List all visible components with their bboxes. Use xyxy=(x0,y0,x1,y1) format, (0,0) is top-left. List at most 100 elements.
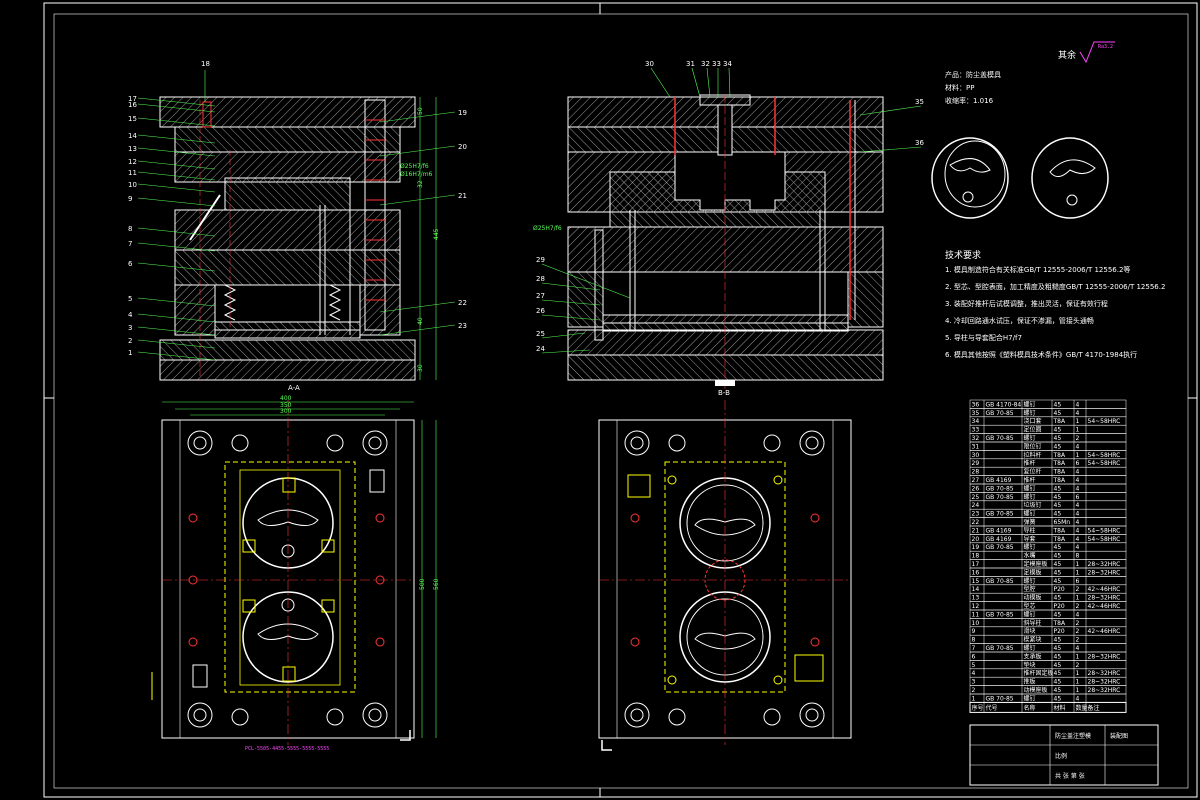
bom-cell: 65Mn xyxy=(1054,519,1071,526)
bom-cell: 推杆固定板 xyxy=(1024,669,1054,677)
bom-cell: 29 xyxy=(972,460,980,467)
bom-cell: 垫块 xyxy=(1024,661,1036,669)
requirement-line: 3. 装配好推杆后试模调整，推出灵活，保证有效行程 xyxy=(945,299,1108,308)
bom-cell: 33 xyxy=(972,427,980,434)
bom-cell: 28~32HRC xyxy=(1088,687,1121,694)
bom-cell: 18 xyxy=(972,553,980,560)
bom-cell: GB 70-85 xyxy=(986,611,1014,618)
bom-cell: 2 xyxy=(1076,586,1080,593)
bom-cell: 4 xyxy=(1076,401,1080,408)
bom-cell: 45 xyxy=(1054,544,1062,551)
tech-req-title: 技术要求 xyxy=(945,249,981,261)
bom-cell: 螺钉 xyxy=(1024,400,1036,408)
bom-cell: 45 xyxy=(1054,578,1062,585)
leader-label: 27 xyxy=(536,292,545,300)
dim-32: 32 xyxy=(417,180,424,188)
bom-cell: 54~58HRC xyxy=(1088,418,1121,425)
bom-cell: 45 xyxy=(1054,645,1062,652)
leader-label: 22 xyxy=(458,299,467,307)
bom-cell: 螺钉 xyxy=(1024,694,1036,702)
bom-cell: 45 xyxy=(1054,410,1062,417)
bom-cell: 4 xyxy=(1076,536,1080,543)
bom-cell: 45 xyxy=(1054,443,1062,450)
bom-cell: 28~32HRC xyxy=(1088,569,1121,576)
bom-cell: GB 70-85 xyxy=(986,410,1014,417)
bom-cell: 4 xyxy=(1076,519,1080,526)
product-material: 材料：PP xyxy=(945,83,974,92)
bom-cell: 螺钉 xyxy=(1024,493,1036,501)
leader-label: 3 xyxy=(128,324,132,332)
bom-cell: 弹簧 xyxy=(1024,518,1036,526)
bom-cell: 螺钉 xyxy=(1024,484,1036,492)
bom-header-cell: 备注 xyxy=(1088,704,1100,712)
bom-cell: 螺钉 xyxy=(1024,610,1036,618)
bom-cell: 27 xyxy=(972,477,980,484)
bom-cell: 5 xyxy=(972,662,976,669)
bom-row xyxy=(969,660,1127,670)
bom-cell: 15 xyxy=(972,578,980,585)
bom-cell: 1 xyxy=(1076,452,1080,459)
bom-cell: 定模座板 xyxy=(1024,560,1048,568)
bom-cell: 31 xyxy=(972,443,980,450)
bom-cell: 浇口套 xyxy=(1024,417,1042,425)
bom-row xyxy=(969,618,1127,628)
bom-cell: 1 xyxy=(1076,679,1080,686)
bom-header-cell: 名称 xyxy=(1024,704,1036,712)
leader-label: 30 xyxy=(645,60,654,68)
bom-cell: 16 xyxy=(972,569,980,576)
roughness-value: Ra3.2 xyxy=(1098,44,1113,50)
bom-cell: 4 xyxy=(1076,443,1080,450)
dim-400: 400 xyxy=(280,395,292,402)
bom-cell: 4 xyxy=(1076,485,1080,492)
product-info: 其余 Ra3.2 产品：防尘盖模具 材料：PP 收缩率：1.016 技术要求 xyxy=(931,41,1115,261)
bom-cell: T8A xyxy=(1053,527,1066,534)
bom-cell: GB 70-85 xyxy=(986,435,1014,442)
bom-cell: 34 xyxy=(972,418,980,425)
leader-label: 28 xyxy=(536,275,545,283)
bom-cell: P20 xyxy=(1054,628,1065,635)
bom-row xyxy=(969,441,1127,451)
requirement-line: 5. 导柱与导套配合H7/f7 xyxy=(945,333,1022,342)
bom-cell: 螺钉 xyxy=(1024,409,1036,417)
leader-label: 13 xyxy=(128,145,137,153)
bom-cell: 19 xyxy=(972,544,980,551)
bom-row xyxy=(969,500,1127,510)
bom-cell: 1 xyxy=(1076,569,1080,576)
bom-cell: 1 xyxy=(1076,595,1080,602)
bom-cell: 45 xyxy=(1054,494,1062,501)
leader-label: 29 xyxy=(536,256,545,264)
fit-note-2: Ø16H7/m6 xyxy=(400,171,433,178)
dim-560: 560 xyxy=(433,578,440,590)
requirement-line: 1. 模具制造符合有关标准GB/T 12555-2006/T 12556.2等 xyxy=(945,265,1130,274)
leader-label: 4 xyxy=(128,311,133,319)
bom-cell: T8A xyxy=(1053,418,1066,425)
leader-label: 21 xyxy=(458,192,467,200)
leader-label: 18 xyxy=(201,60,210,68)
title-block-scale: 比例 xyxy=(1055,752,1067,760)
bom-cell: 螺钉 xyxy=(1024,644,1036,652)
bom-cell: 45 xyxy=(1054,679,1062,686)
dim-445: 445 xyxy=(433,228,440,240)
bom-cell: 4 xyxy=(1076,511,1080,518)
requirement-line: 2. 型芯、型腔表面，加工精度及粗糙度GB/T 12555-2006/T 125… xyxy=(945,282,1165,291)
cad-drawing: 445 50 32 40 30 Ø25H7/f6 Ø16H7/m6 A-A 12… xyxy=(43,2,1198,798)
bom-cell: GB 70-85 xyxy=(986,645,1014,652)
bom-cell: T8A xyxy=(1053,469,1066,476)
bom-cell: GB 70-85 xyxy=(986,511,1014,518)
bom-cell: 54~58HRC xyxy=(1088,452,1121,459)
bom-cell: 4 xyxy=(1076,477,1080,484)
bom-cell: 28~32HRC xyxy=(1088,595,1121,602)
bom-cell: GB 4170-84 xyxy=(986,401,1022,408)
leader-label: 5 xyxy=(128,295,132,303)
product-shrink: 收缩率：1.016 xyxy=(945,96,994,105)
section-label-a: A-A xyxy=(288,384,300,392)
dim-30: 30 xyxy=(417,364,424,372)
bom-cell: 4 xyxy=(1076,410,1080,417)
bom-cell: 限位钉 xyxy=(1024,442,1042,450)
bom-cell: 13 xyxy=(972,595,980,602)
bom-cell: 楔紧块 xyxy=(1024,636,1042,644)
bom-cell: 螺钉 xyxy=(1024,510,1036,518)
bom-cell: 45 xyxy=(1054,695,1062,702)
bom-cell: 42~46HRC xyxy=(1088,603,1121,610)
bom-cell: 4 xyxy=(1076,469,1080,476)
